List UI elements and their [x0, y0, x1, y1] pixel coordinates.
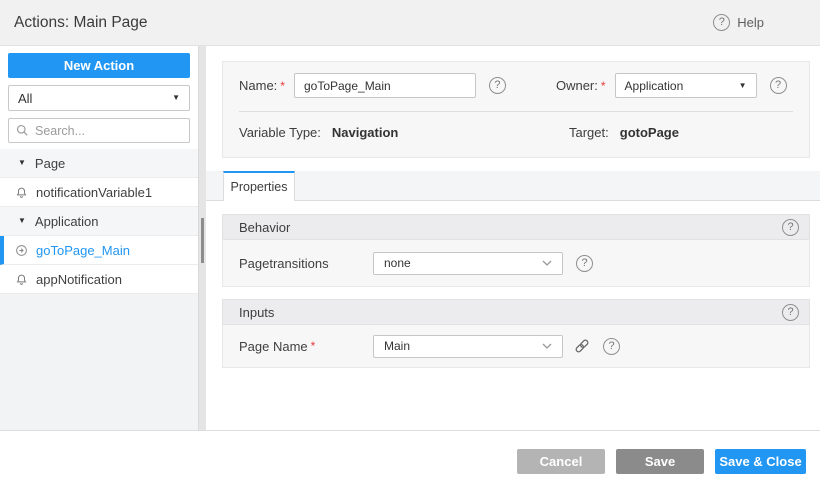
page-name-value: Main	[384, 339, 411, 353]
search-icon	[16, 124, 29, 137]
help-label[interactable]: Help	[737, 15, 764, 30]
behavior-section-header: Behavior ?	[222, 214, 810, 240]
sidebar-scrollbar-track[interactable]	[198, 46, 206, 430]
tree-group-label: Application	[34, 213, 99, 229]
help-button[interactable]: ? Help	[713, 0, 764, 45]
tree-item-gotopage-main[interactable]: goToPage_Main	[0, 236, 198, 265]
sidebar: New Action All ▼ ▼ Page notificat	[0, 46, 198, 430]
variable-type-label: Variable Type:	[239, 125, 321, 140]
help-icon[interactable]: ?	[576, 254, 593, 272]
filter-select[interactable]: All ▼	[8, 85, 190, 111]
sidebar-scrollbar-thumb[interactable]	[201, 218, 204, 263]
owner-select-value: Application	[624, 78, 684, 93]
page-name-dropdown[interactable]: Main	[373, 334, 563, 358]
target-label: Target:	[569, 125, 609, 140]
tree-group-page[interactable]: ▼ Page	[0, 149, 198, 178]
help-icon[interactable]: ?	[603, 337, 620, 355]
sidebar-empty-area	[0, 294, 198, 430]
notification-icon	[15, 273, 28, 286]
actions-editor-window: Actions: Main Page ? Help New Action All…	[0, 0, 820, 488]
tree-item-notificationvariable1[interactable]: notificationVariable1	[0, 178, 198, 207]
save-button[interactable]: Save	[616, 449, 704, 474]
owner-select[interactable]: Application ▼	[614, 73, 757, 98]
search-input[interactable]	[35, 123, 182, 138]
tree-item-label: goToPage_Main	[36, 242, 130, 258]
goto-page-icon	[15, 244, 28, 257]
owner-label: Owner:	[555, 78, 598, 93]
actions-tree: ▼ Page notificationVariable1 ▼ Applicati…	[0, 149, 198, 430]
save-and-close-button[interactable]: Save & Close	[715, 449, 806, 474]
help-icon[interactable]: ?	[713, 14, 731, 31]
name-input[interactable]	[293, 73, 476, 98]
caret-down-icon: ▼	[738, 80, 747, 90]
required-mark: *	[600, 78, 606, 93]
tree-group-application[interactable]: ▼ Application	[0, 207, 198, 236]
sidebar-controls: New Action All ▼	[0, 46, 198, 143]
caret-down-icon: ▼	[172, 93, 180, 102]
tree-item-label: appNotification	[36, 271, 122, 287]
behavior-section-body: Pagetransitions none ?	[222, 240, 810, 287]
tree-item-appnotification[interactable]: appNotification	[0, 265, 198, 294]
footer-buttons: Cancel Save Save & Close	[517, 449, 806, 474]
page-name-label: Page Name *	[239, 338, 316, 354]
filter-select-value: All	[18, 90, 33, 106]
help-icon[interactable]: ?	[782, 218, 799, 236]
tab-properties[interactable]: Properties	[223, 171, 295, 201]
required-mark: *	[310, 339, 316, 353]
variable-type-value: Navigation	[331, 125, 399, 140]
name-label: Name:	[239, 78, 278, 93]
footer: Cancel Save Save & Close	[0, 430, 820, 488]
tab-bar: Properties	[206, 171, 820, 201]
help-icon[interactable]: ?	[769, 77, 787, 94]
behavior-section: Behavior ? Pagetransitions none ?	[222, 214, 810, 287]
tab-properties-label: Properties	[230, 180, 288, 194]
inputs-title: Inputs	[239, 304, 275, 320]
pagetransitions-dropdown[interactable]: none	[373, 251, 563, 275]
panel-divider	[239, 111, 793, 112]
tree-group-label: Page	[34, 155, 66, 171]
help-icon[interactable]: ?	[782, 303, 799, 321]
chevron-down-icon	[542, 260, 552, 266]
behavior-title: Behavior	[239, 219, 291, 235]
caret-down-icon[interactable]: ▼	[18, 217, 26, 225]
inputs-section: Inputs ? Page Name * Main ?	[222, 299, 810, 368]
search-box[interactable]	[8, 118, 190, 143]
notification-icon	[15, 186, 28, 199]
pagetransitions-value: none	[384, 256, 411, 270]
caret-down-icon[interactable]: ▼	[18, 159, 26, 167]
bind-link-icon[interactable]	[574, 338, 590, 354]
target-value: gotoPage	[619, 125, 679, 140]
main-content: Name: * ? Owner: * Application ▼ ? Varia…	[206, 46, 820, 430]
header: Actions: Main Page ? Help	[0, 0, 820, 46]
inputs-section-body: Page Name * Main ?	[222, 325, 810, 368]
page-title: Actions: Main Page	[14, 14, 148, 31]
type-target-row: Variable Type: Navigation Target: gotoPa…	[239, 125, 793, 145]
pagetransitions-label: Pagetransitions	[239, 255, 329, 271]
tree-item-label: notificationVariable1	[36, 184, 153, 200]
inputs-section-header: Inputs ?	[222, 299, 810, 325]
name-owner-row: Name: * ? Owner: * Application ▼ ?	[239, 73, 799, 98]
new-action-button[interactable]: New Action	[8, 53, 190, 78]
chevron-down-icon	[542, 343, 552, 349]
action-summary-panel: Name: * ? Owner: * Application ▼ ? Varia…	[222, 61, 810, 158]
cancel-button[interactable]: Cancel	[517, 449, 605, 474]
help-icon[interactable]: ?	[488, 77, 506, 94]
required-mark: *	[280, 78, 285, 93]
